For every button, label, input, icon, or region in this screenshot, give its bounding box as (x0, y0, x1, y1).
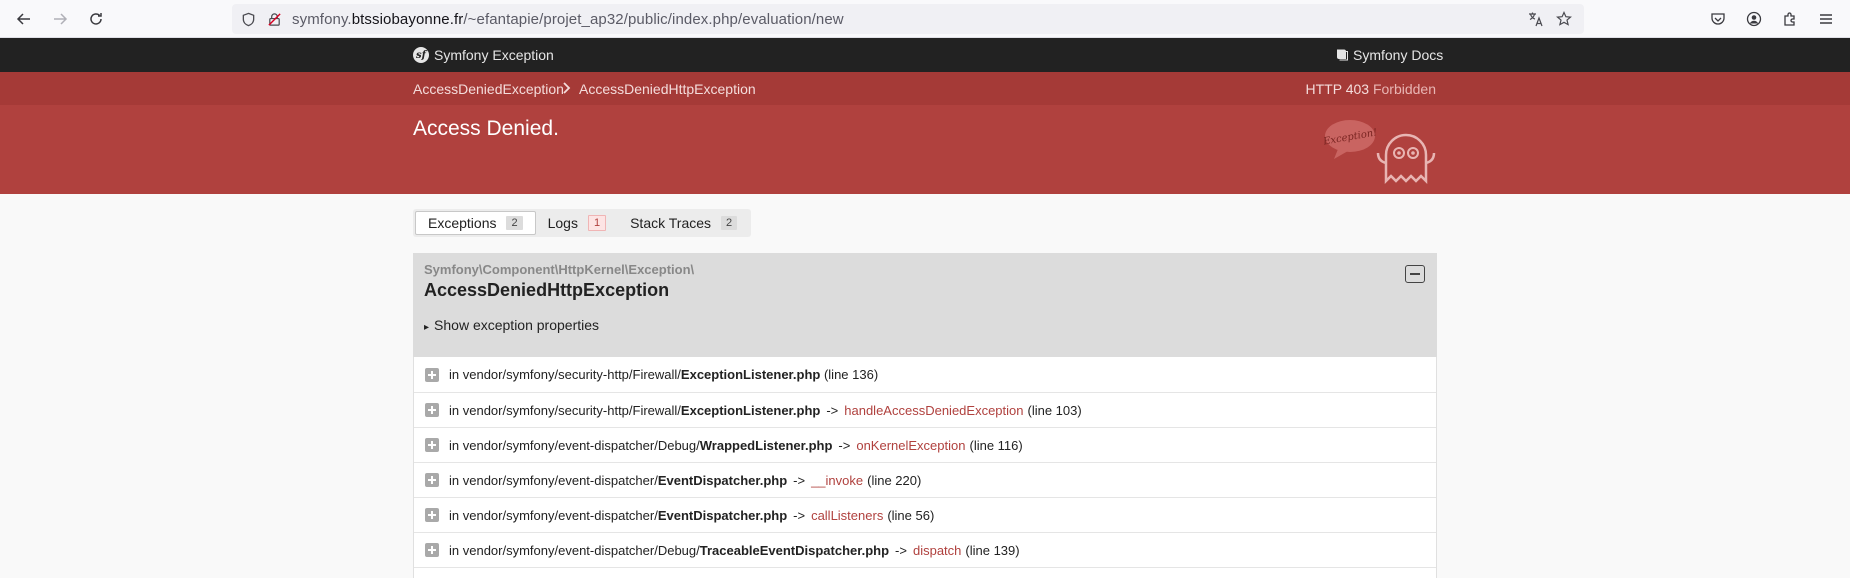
exception-class: AccessDeniedHttpException (424, 280, 670, 300)
trace-row[interactable]: in vendor/symfony/event-dispatcher/Debug… (414, 532, 1436, 567)
tab-logs[interactable]: Logs 1 (536, 211, 618, 235)
tab-label: Exceptions (428, 215, 497, 231)
trace-line: (line 116) (969, 437, 1023, 453)
expand-icon[interactable] (425, 403, 439, 417)
show-exception-properties-toggle[interactable]: ▸ Show exception properties (424, 317, 599, 333)
trace-line: (line 103) (1027, 402, 1082, 418)
http-status: HTTP 403 Forbidden (1305, 81, 1436, 97)
trace-arrow: -> (826, 402, 839, 418)
reload-icon (90, 13, 102, 25)
collapse-icon[interactable] (1405, 265, 1425, 283)
trace-file: ExceptionListener.php (680, 402, 821, 418)
url-text[interactable]: symfony.btssiobayonne.fr/~efantapie/proj… (292, 11, 844, 28)
expand-icon[interactable] (425, 543, 439, 557)
forward-button[interactable] (48, 7, 72, 31)
trace-path: in vendor/symfony/security-http/Firewall… (449, 367, 681, 382)
tab-label: Logs (547, 215, 578, 231)
arrow-left-icon (16, 13, 30, 25)
trace-line: (line 56) (887, 507, 935, 523)
exception-header: Symfony\Component\HttpKernel\Exception\ … (413, 253, 1437, 357)
back-button[interactable] (12, 7, 36, 31)
symfony-logo-icon: sf (413, 47, 429, 63)
tab-exceptions[interactable]: Exceptions 2 (415, 211, 536, 235)
exception-breadcrumb: AccessDeniedException AccessDeniedHttpEx… (0, 72, 1850, 105)
arrow-right-icon (54, 13, 68, 25)
trace-function: onKernelException (856, 437, 966, 453)
expand-icon[interactable] (425, 508, 439, 522)
trace-file: ExceptionListener.php (680, 367, 821, 382)
pocket-icon[interactable] (1706, 7, 1730, 31)
trace-arrow: -> (793, 472, 806, 488)
trace-line: (line 220) (867, 472, 922, 488)
trace-arrow: -> (895, 542, 907, 558)
symfony-topbar: sf Symfony Exception Symfony Docs (0, 38, 1850, 72)
count-badge: 2 (721, 216, 738, 230)
trace-arrow: -> (793, 507, 806, 523)
trace-line: (line 136) (823, 367, 879, 382)
extensions-icon[interactable] (1778, 7, 1802, 31)
reload-button[interactable] (84, 7, 108, 31)
menu-icon[interactable] (1814, 7, 1838, 31)
triangle-right-icon: ▸ (424, 322, 430, 333)
bookmark-star-icon[interactable] (1556, 11, 1572, 27)
exception-tabs: Exceptions 2 Logs 1 Stack Traces 2 (413, 209, 752, 237)
trace-row[interactable]: in vendor/symfony/event-dispatcher/Debug… (414, 427, 1436, 462)
tracking-protection-icon[interactable] (240, 11, 256, 27)
trace-row[interactable]: in vendor/symfony/event-dispatcher/Event… (414, 497, 1436, 532)
browser-toolbar: symfony.btssiobayonne.fr/~efantapie/proj… (0, 0, 1850, 38)
trace-row[interactable]: in vendor/symfony/security-http/Firewall… (414, 357, 1436, 392)
stack-trace-list: in vendor/symfony/security-http/Firewall… (413, 357, 1437, 578)
trace-function: __invoke (811, 472, 864, 488)
trace-function: handleAccessDeniedException (844, 402, 1024, 418)
count-badge: 2 (506, 216, 523, 230)
url-bar[interactable]: symfony.btssiobayonne.fr/~efantapie/proj… (232, 4, 1584, 34)
symfony-docs-link[interactable]: Symfony Docs (1353, 47, 1443, 63)
trace-file: TraceableEventDispatcher.php (699, 542, 890, 558)
trace-row[interactable]: in vendor/symfony/event-dispatcher/Event… (414, 462, 1436, 497)
tab-label: Stack Traces (630, 215, 712, 231)
expand-icon[interactable] (425, 438, 439, 452)
trace-path: in vendor/symfony/event-dispatcher/ (449, 472, 658, 488)
toggle-label: Show exception properties (434, 317, 600, 333)
trace-line: (line 139) (965, 542, 1020, 558)
trace-function: dispatch (912, 542, 962, 558)
trace-function: callListeners (811, 507, 884, 523)
error-count-badge: 1 (587, 215, 607, 231)
trace-arrow: -> (838, 437, 851, 453)
trace-path: in vendor/symfony/event-dispatcher/Debug… (449, 542, 700, 558)
translate-icon[interactable] (1528, 11, 1544, 27)
trace-path: in vendor/symfony/event-dispatcher/Debug… (449, 437, 700, 453)
account-icon[interactable] (1742, 7, 1766, 31)
trace-file: WrappedListener.php (699, 437, 833, 453)
breadcrumb-item: AccessDeniedHttpException (579, 81, 756, 97)
chevron-right-icon (561, 81, 571, 97)
expand-icon[interactable] (425, 367, 439, 382)
trace-row[interactable]: in vendor/symfony/security-http/Firewall… (414, 392, 1436, 427)
trace-path: in vendor/symfony/security-http/Firewall… (449, 402, 681, 418)
trace-file: EventDispatcher.php (657, 507, 788, 523)
exception-hero: Access Denied. Exception! (0, 105, 1850, 194)
insecure-lock-icon[interactable] (266, 11, 282, 27)
exception-ghost-illustration: Exception! (1324, 120, 1436, 185)
trace-file: EventDispatcher.php (657, 472, 788, 488)
url-path: /~efantapie/projet_ap32/public/index.php… (463, 11, 844, 28)
page-title: Access Denied. (413, 117, 559, 140)
trace-path: in vendor/symfony/event-dispatcher/ (449, 507, 658, 523)
breadcrumb-item: AccessDeniedException (413, 81, 564, 97)
tab-stack-traces[interactable]: Stack Traces 2 (618, 211, 749, 235)
exception-namespace: Symfony\Component\HttpKernel\Exception\ (424, 262, 695, 277)
url-domain: btssiobayonne.fr (351, 11, 464, 28)
trace-row[interactable] (414, 567, 1436, 578)
symfony-brand: Symfony Exception (434, 47, 554, 63)
book-icon (1337, 49, 1348, 61)
expand-icon[interactable] (425, 473, 439, 487)
http-status-text: Forbidden (1372, 81, 1436, 97)
